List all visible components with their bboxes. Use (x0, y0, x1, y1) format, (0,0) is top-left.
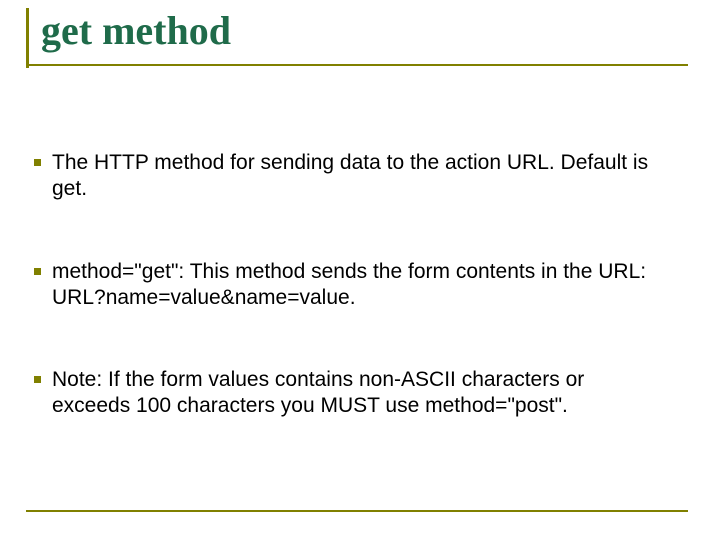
title-underline (26, 64, 688, 66)
paragraph: The HTTP method for sending data to the … (52, 150, 662, 203)
paragraph-text: method="get": This method sends the form… (52, 260, 646, 309)
paragraph-text: Note: If the form values contains non-AS… (52, 368, 584, 417)
bullet-icon (34, 159, 41, 166)
slide-body: The HTTP method for sending data to the … (52, 150, 662, 476)
title-container: get method (26, 8, 686, 68)
slide-title: get method (41, 8, 231, 52)
paragraph-text: The HTTP method for sending data to the … (52, 151, 648, 200)
bullet-icon (34, 268, 41, 275)
paragraph: method="get": This method sends the form… (52, 259, 662, 312)
bullet-icon (34, 376, 41, 383)
bottom-rule (26, 510, 688, 512)
slide: get method The HTTP method for sending d… (0, 0, 720, 540)
paragraph: Note: If the form values contains non-AS… (52, 367, 662, 420)
